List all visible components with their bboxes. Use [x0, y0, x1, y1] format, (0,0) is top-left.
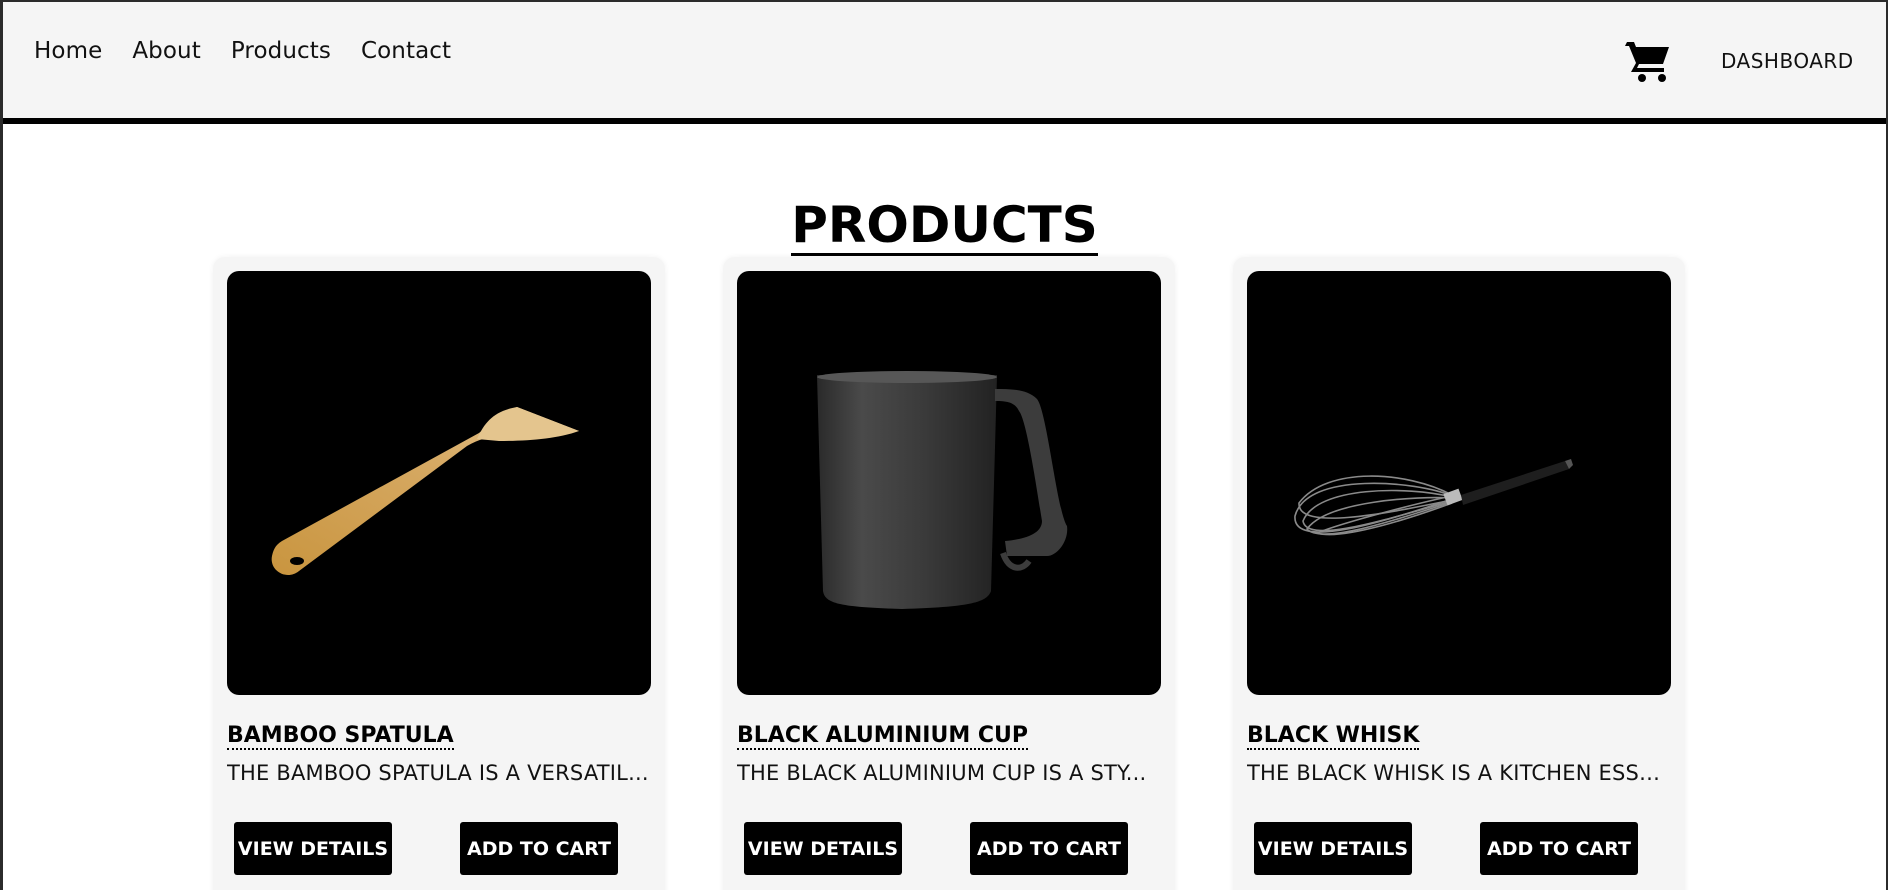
- product-name[interactable]: BLACK ALUMINIUM CUP: [737, 723, 1029, 751]
- product-name[interactable]: BAMBOO SPATULA: [227, 723, 454, 751]
- product-card: BLACK WHISK THE BLACK WHISK IS A KITCHEN…: [1233, 257, 1685, 890]
- view-details-button[interactable]: VIEW DETAILS: [234, 822, 392, 875]
- product-name[interactable]: BLACK WHISK: [1247, 723, 1420, 751]
- add-to-cart-button[interactable]: ADD TO CART: [460, 822, 618, 875]
- navbar: Home About Products Contact DASHBOARD: [3, 2, 1886, 124]
- nav-home-link[interactable]: Home: [34, 38, 102, 64]
- black-whisk-image: [1247, 271, 1671, 695]
- product-grid: BAMBOO SPATULA THE BAMBOO SPATULA IS A V…: [213, 257, 1685, 890]
- add-to-cart-button[interactable]: ADD TO CART: [970, 822, 1128, 875]
- nav-products-link[interactable]: Products: [231, 38, 331, 64]
- product-description: THE BLACK WHISK IS A KITCHEN ESSE...: [1247, 761, 1671, 785]
- bamboo-spatula-image: [227, 271, 651, 695]
- page-title: PRODUCTS: [3, 196, 1886, 256]
- shopping-cart-icon[interactable]: [1625, 36, 1673, 84]
- view-details-button[interactable]: VIEW DETAILS: [1254, 822, 1412, 875]
- product-description: THE BAMBOO SPATULA IS A VERSATIL...: [227, 761, 649, 785]
- product-card: BLACK ALUMINIUM CUP THE BLACK ALUMINIUM …: [723, 257, 1175, 890]
- nav-links: Home About Products Contact: [34, 38, 481, 64]
- page-title-text: PRODUCTS: [791, 198, 1098, 256]
- product-card: BAMBOO SPATULA THE BAMBOO SPATULA IS A V…: [213, 257, 665, 890]
- app-window: Home About Products Contact DASHBOARD PR…: [0, 0, 1888, 890]
- nav-contact-link[interactable]: Contact: [361, 38, 451, 64]
- dashboard-link[interactable]: DASHBOARD: [1721, 49, 1854, 73]
- black-cup-image: [737, 271, 1161, 695]
- view-details-button[interactable]: VIEW DETAILS: [744, 822, 902, 875]
- add-to-cart-button[interactable]: ADD TO CART: [1480, 822, 1638, 875]
- nav-about-link[interactable]: About: [132, 38, 201, 64]
- product-description: THE BLACK ALUMINIUM CUP IS A STY...: [737, 761, 1147, 785]
